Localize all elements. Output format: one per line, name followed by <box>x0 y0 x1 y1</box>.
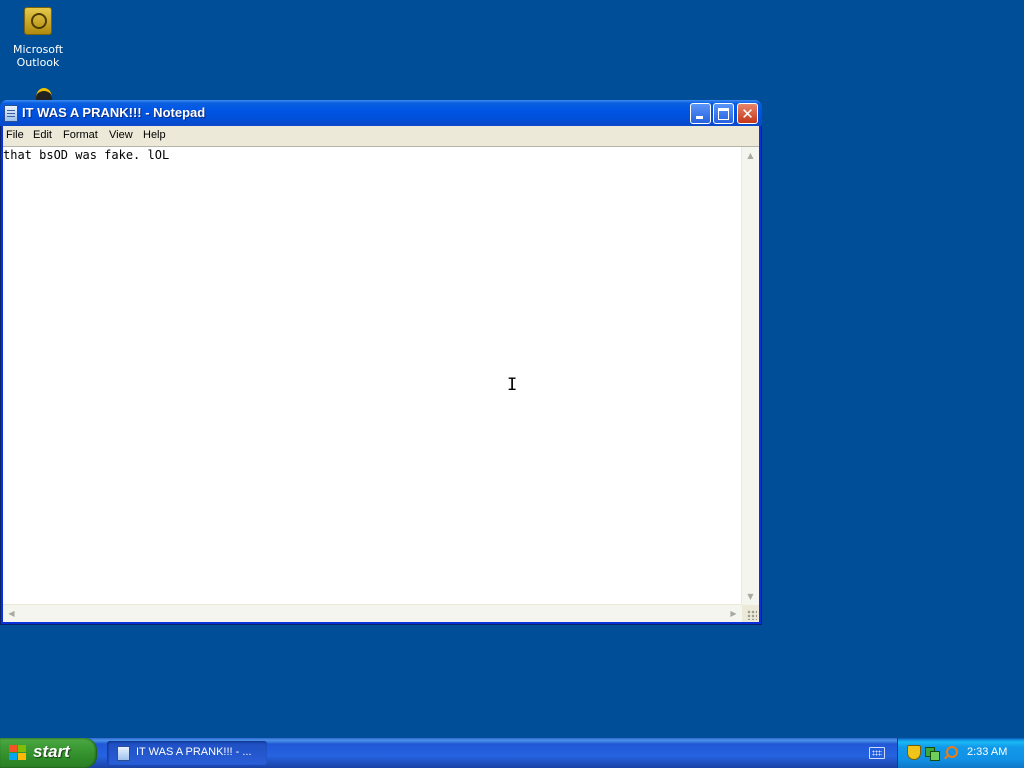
taskbar-button-label: IT WAS A PRANK!!! - ... <box>136 746 252 758</box>
menu-file[interactable]: File <box>6 129 24 141</box>
horizontal-scrollbar[interactable]: ◀ ▶ <box>3 604 742 622</box>
menu-edit[interactable]: Edit <box>33 129 52 141</box>
network-icon[interactable] <box>925 745 940 761</box>
menu-format[interactable]: Format <box>63 129 98 141</box>
title-bar[interactable]: IT WAS A PRANK!!! - Notepad ✕ <box>0 100 762 126</box>
outlook-icon <box>22 7 54 39</box>
text-editor[interactable]: that bsOD was fake. lOL ▲ ▼ ◀ ▶ <box>3 146 759 622</box>
close-button[interactable]: ✕ <box>737 103 758 124</box>
maximize-button[interactable] <box>713 103 734 124</box>
vertical-scrollbar[interactable]: ▲ ▼ <box>741 147 759 605</box>
desktop-icon-outlook[interactable]: Microsoft Outlook <box>2 4 74 69</box>
menu-bar: File Edit Format View Help <box>3 126 759 145</box>
security-shield-icon[interactable] <box>907 745 921 760</box>
notepad-icon[interactable] <box>4 105 18 122</box>
taskbar: start IT WAS A PRANK!!! - ... 2:33 AM <box>0 738 1024 768</box>
resize-grip-icon[interactable] <box>742 605 759 622</box>
notepad-icon <box>117 746 130 761</box>
windows-logo-icon <box>9 745 27 761</box>
minimize-button[interactable] <box>690 103 711 124</box>
start-label: start <box>33 742 70 761</box>
ibeam-cursor-icon: I <box>507 375 518 395</box>
close-icon: ✕ <box>741 105 754 123</box>
keyboard-icon[interactable] <box>869 747 885 759</box>
window-body: File Edit Format View Help that bsOD was… <box>3 126 759 622</box>
menu-help[interactable]: Help <box>143 129 166 141</box>
taskbar-button-notepad[interactable]: IT WAS A PRANK!!! - ... <box>107 741 267 765</box>
desktop-icon-label: Microsoft Outlook <box>12 43 64 69</box>
menu-view[interactable]: View <box>109 129 133 141</box>
start-button[interactable]: start <box>0 738 97 768</box>
partial-desktop-icon[interactable] <box>30 86 54 100</box>
scroll-up-icon[interactable]: ▲ <box>743 148 758 163</box>
search-icon[interactable] <box>943 745 958 760</box>
scroll-right-icon[interactable]: ▶ <box>726 606 741 621</box>
window-title: IT WAS A PRANK!!! - Notepad <box>22 105 206 120</box>
scroll-down-icon[interactable]: ▼ <box>743 589 758 604</box>
clock[interactable]: 2:33 AM <box>967 746 1007 758</box>
notepad-window: IT WAS A PRANK!!! - Notepad ✕ File Edit … <box>0 100 762 625</box>
scroll-left-icon[interactable]: ◀ <box>4 606 19 621</box>
document-text: that bsOD was fake. lOL <box>3 148 170 162</box>
system-tray: 2:33 AM <box>897 738 1024 768</box>
